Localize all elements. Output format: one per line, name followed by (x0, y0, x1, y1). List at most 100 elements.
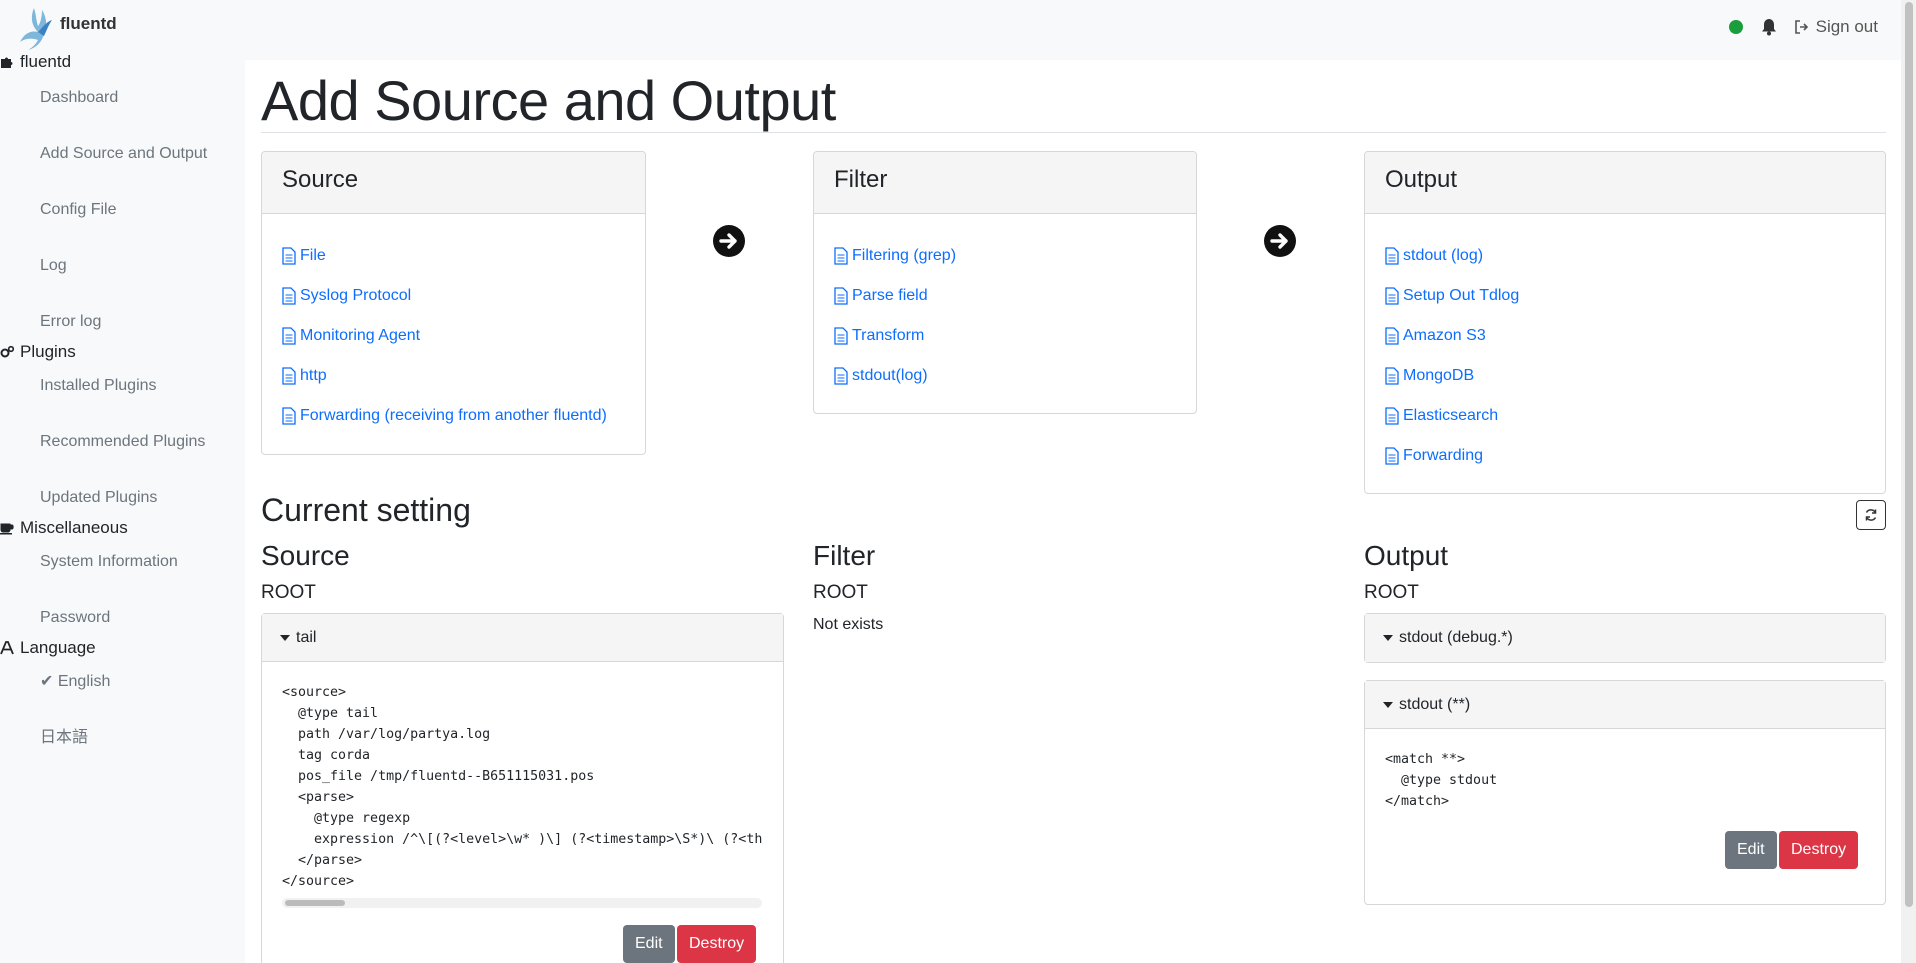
source-link-file[interactable]: File (282, 236, 625, 276)
filter-card: Filter Filtering (grep) Parse field Tran… (813, 151, 1197, 414)
current-filter-root: ROOT (813, 582, 868, 603)
filter-link-label: Transform (852, 327, 925, 344)
source-link-syslog[interactable]: Syslog Protocol (282, 276, 625, 316)
bell-icon[interactable] (1761, 18, 1777, 36)
document-icon (1385, 287, 1399, 305)
filter-card-title: Filter (814, 152, 1196, 214)
sidebar-item-log[interactable]: Log (0, 238, 245, 294)
output-link-label: stdout (log) (1403, 247, 1484, 264)
nav-header-label: fluentd (20, 52, 72, 71)
refresh-icon (1865, 509, 1877, 521)
output-debug-panel: stdout (debug.*) (1364, 613, 1886, 663)
output-card: Output stdout (log) Setup Out Tdlog Amaz… (1364, 151, 1886, 494)
caret-down-icon (1383, 701, 1393, 708)
sidebar-item-config-file[interactable]: Config File (0, 182, 245, 238)
output-link-label: Forwarding (1403, 447, 1484, 464)
filter-link-label: Parse field (852, 287, 928, 304)
source-link-label: Syslog Protocol (300, 287, 412, 304)
status-dot (1728, 20, 1743, 34)
output-link-s3[interactable]: Amazon S3 (1385, 316, 1865, 356)
document-icon (1385, 447, 1399, 465)
source-edit-button[interactable]: Edit (623, 925, 675, 963)
source-link-label: Monitoring Agent (300, 327, 421, 344)
current-output-root: ROOT (1364, 582, 1419, 603)
output-link-forwarding[interactable]: Forwarding (1385, 436, 1865, 476)
output-link-label: Amazon S3 (1403, 327, 1486, 344)
sign-out-link[interactable]: Sign out (1794, 17, 1878, 37)
sidebar-item-japanese[interactable]: 日本語 (0, 710, 245, 766)
sidebar-item-installed-plugins[interactable]: Installed Plugins (0, 358, 245, 414)
output-link-stdout[interactable]: stdout (log) (1385, 236, 1865, 276)
filter-link-grep[interactable]: Filtering (grep) (834, 236, 1176, 276)
document-icon (282, 367, 296, 385)
output-debug-panel-header[interactable]: stdout (debug.*) (1365, 614, 1885, 662)
page-vertical-scrollbar[interactable] (1901, 0, 1916, 963)
output-link-tdlog[interactable]: Setup Out Tdlog (1385, 276, 1865, 316)
filter-link-transform[interactable]: Transform (834, 316, 1176, 356)
puzzle-icon (1, 57, 13, 68)
refresh-button[interactable] (1856, 500, 1886, 530)
arrow-right-circle-icon (1264, 225, 1296, 257)
code-horizontal-scrollbar[interactable] (282, 898, 762, 908)
panel-title: stdout (debug.*) (1399, 629, 1513, 646)
source-link-label: http (300, 367, 327, 384)
document-icon (1385, 327, 1399, 345)
current-source-title: Source (261, 540, 350, 571)
sidebar-item-recommended-plugins[interactable]: Recommended Plugins (0, 414, 245, 470)
font-icon (0, 641, 14, 655)
output-all-panel: stdout (**) <match **> @type stdout </ma… (1364, 680, 1886, 905)
sidebar-item-dashboard[interactable]: Dashboard (0, 70, 245, 126)
source-card: Source File Syslog Protocol Monitoring A… (261, 151, 646, 455)
current-setting-title: Current setting (261, 492, 471, 528)
document-icon (1385, 367, 1399, 385)
source-link-monitoring-agent[interactable]: Monitoring Agent (282, 316, 625, 356)
title-divider (261, 132, 1886, 133)
output-edit-button[interactable]: Edit (1725, 831, 1777, 869)
current-output-title: Output (1364, 540, 1449, 571)
page-title: Add Source and Output (261, 69, 836, 132)
document-icon (834, 327, 848, 345)
filter-empty-text: Not exists (813, 616, 884, 633)
output-link-label: Elasticsearch (1403, 407, 1499, 424)
filter-link-stdout[interactable]: stdout(log) (834, 356, 1176, 396)
output-all-panel-header[interactable]: stdout (**) (1365, 681, 1885, 729)
brand[interactable]: fluentd (16, 4, 117, 50)
document-icon (834, 367, 848, 385)
document-icon (282, 407, 296, 425)
main-content: Add Source and Output Source File Syslog… (245, 60, 1901, 963)
document-icon (1385, 247, 1399, 265)
sign-out-icon (1794, 20, 1808, 34)
source-link-label: File (300, 247, 326, 264)
source-link-http[interactable]: http (282, 356, 625, 396)
sidebar: fluentd Dashboard Add Source and Output … (0, 50, 245, 766)
source-card-title: Source (262, 152, 645, 214)
sign-out-label: Sign out (1815, 17, 1878, 36)
filter-link-label: Filtering (grep) (852, 247, 957, 264)
output-link-label: MongoDB (1403, 367, 1475, 384)
document-icon (834, 287, 848, 305)
document-icon (282, 287, 296, 305)
current-filter-title: Filter (813, 540, 876, 571)
output-link-elasticsearch[interactable]: Elasticsearch (1385, 396, 1865, 436)
sidebar-item-system-information[interactable]: System Information (0, 534, 245, 590)
panel-title: stdout (**) (1399, 695, 1471, 713)
output-destroy-button[interactable]: Destroy (1779, 831, 1859, 869)
source-link-forwarding[interactable]: Forwarding (receiving from another fluen… (282, 396, 625, 436)
sidebar-item-english[interactable]: ✔ English (0, 654, 245, 710)
source-config-code: <source> @type tail path /var/log/partya… (282, 685, 762, 889)
output-link-mongodb[interactable]: MongoDB (1385, 356, 1865, 396)
fluentd-bird-logo-icon (20, 8, 52, 50)
filter-link-label: stdout(log) (852, 367, 928, 384)
gears-icon (0, 345, 14, 358)
document-icon (282, 327, 296, 345)
output-card-title: Output (1365, 152, 1885, 214)
source-destroy-button[interactable]: Destroy (677, 925, 757, 963)
source-tail-panel-header[interactable]: tail (262, 614, 783, 662)
current-source-root: ROOT (261, 582, 316, 603)
arrow-right-circle-icon (713, 225, 745, 257)
sidebar-item-add-source-output[interactable]: Add Source and Output (0, 126, 245, 182)
document-icon (282, 247, 296, 265)
source-link-label: Forwarding (receiving from another fluen… (300, 407, 607, 424)
output-config-code: <match **> @type stdout </match> (1385, 752, 1498, 809)
filter-link-parse-field[interactable]: Parse field (834, 276, 1176, 316)
